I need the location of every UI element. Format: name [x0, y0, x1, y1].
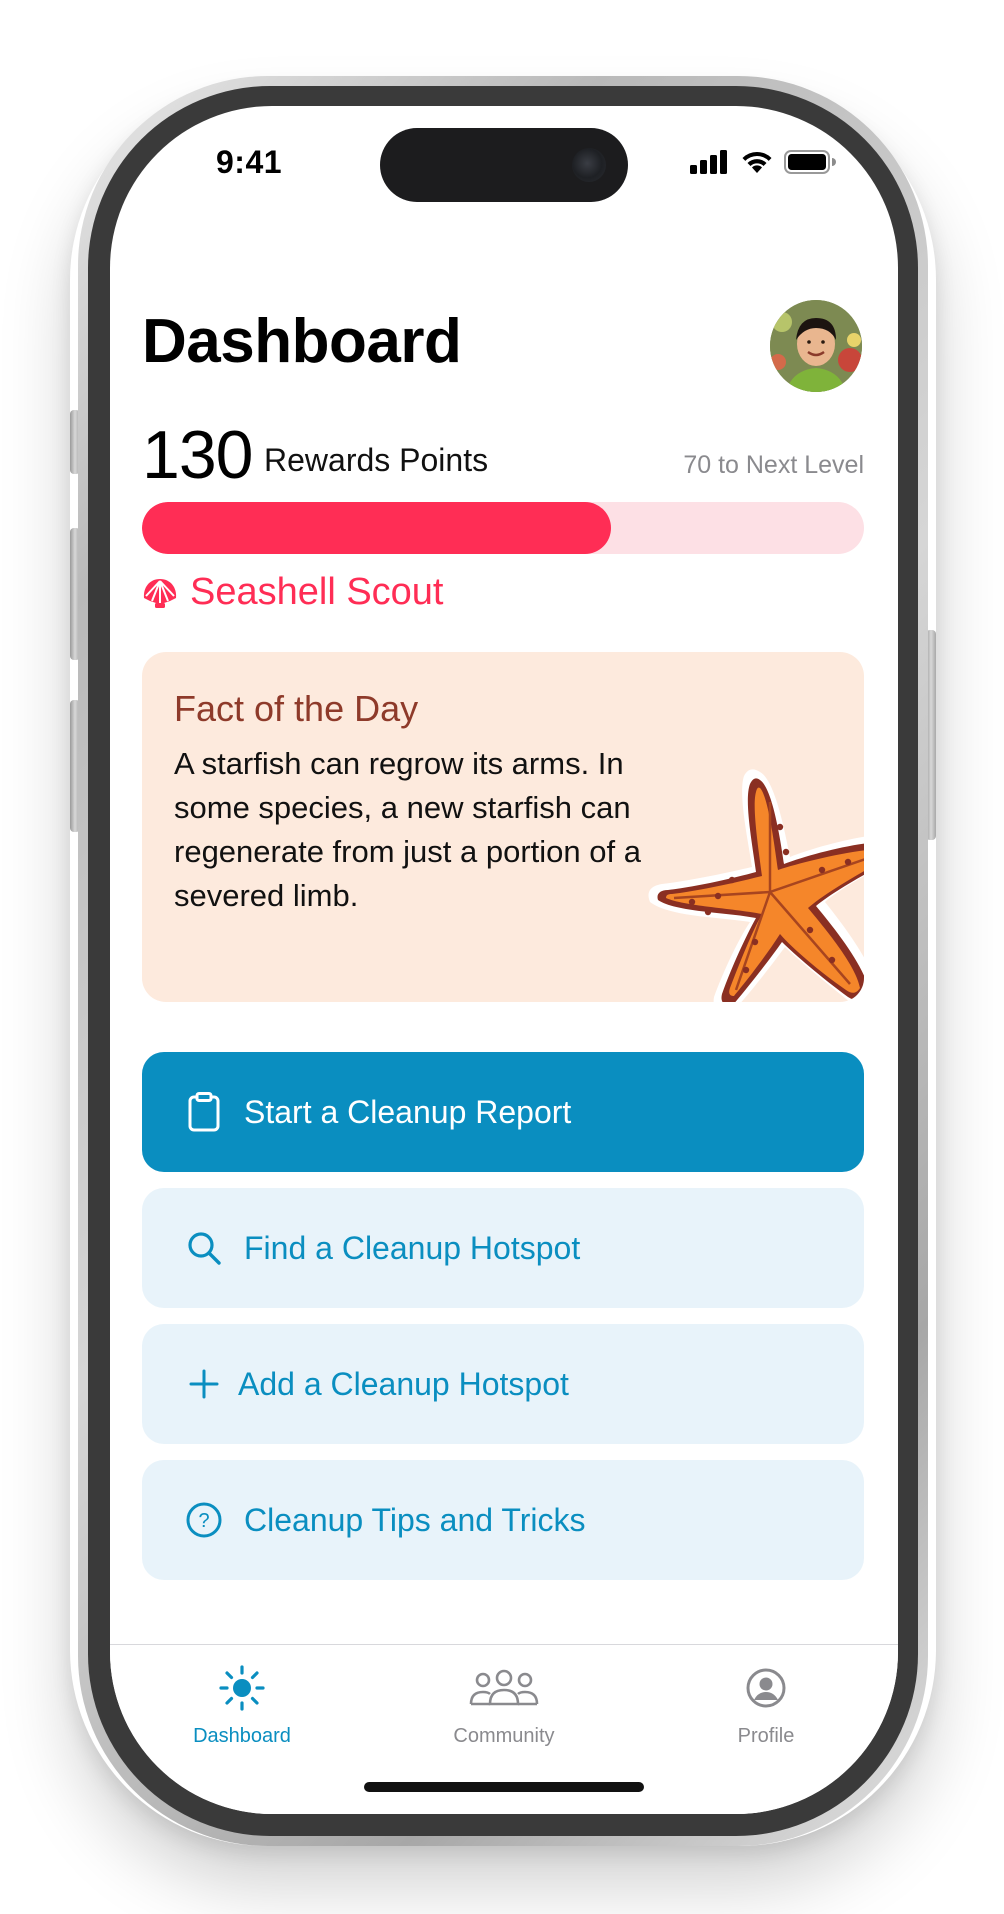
wifi-icon [742, 151, 772, 173]
rewards-progress-fill [142, 502, 612, 554]
tab-dashboard[interactable]: Dashboard [142, 1659, 342, 1748]
people-icon [469, 1669, 539, 1706]
clipboard-icon [182, 1090, 226, 1134]
rewards-progress-bar [142, 502, 864, 554]
seashell-icon [143, 578, 177, 608]
tab-profile[interactable]: Profile [666, 1659, 866, 1748]
question-circle-icon: ? [182, 1498, 226, 1542]
svg-text:?: ? [198, 1510, 209, 1532]
cleanup-tips-label: Cleanup Tips and Tricks [244, 1501, 586, 1538]
next-level-text: 70 to Next Level [683, 451, 864, 479]
add-cleanup-hotspot-button[interactable]: Add a Cleanup Hotspot [142, 1324, 864, 1444]
sun-icon [219, 1665, 265, 1711]
tab-profile-label: Profile [737, 1725, 795, 1747]
rewards-points-label: Rewards Points [264, 442, 489, 478]
tab-dashboard-label: Dashboard [193, 1725, 291, 1747]
battery-icon [784, 150, 836, 174]
start-cleanup-report-label: Start a Cleanup Report [244, 1093, 572, 1130]
fact-title: Fact of the Day [174, 688, 419, 729]
dynamic-island [380, 128, 628, 202]
status-time: 9:41 [216, 144, 283, 180]
search-icon [182, 1226, 226, 1270]
fact-of-the-day-card: Fact of the Day A starfish can regrow it… [142, 652, 864, 1002]
find-cleanup-hotspot-label: Find a Cleanup Hotspot [244, 1229, 581, 1266]
find-cleanup-hotspot-button[interactable]: Find a Cleanup Hotspot [142, 1188, 864, 1308]
avatar-photo [770, 300, 862, 392]
status-icons [690, 150, 836, 174]
add-cleanup-hotspot-label: Add a Cleanup Hotspot [238, 1365, 569, 1402]
camera-lens [572, 148, 606, 182]
rank-label: Seashell Scout [190, 571, 444, 613]
avatar[interactable] [770, 300, 862, 392]
person-circle-icon [746, 1668, 786, 1708]
plus-icon [182, 1362, 226, 1406]
cleanup-tips-button[interactable]: ? Cleanup Tips and Tricks [142, 1460, 864, 1580]
tab-community-label: Community [453, 1725, 555, 1747]
page-title: Dashboard [142, 307, 462, 376]
phone-screen: 9:41 Dashboard 130 Rewards Points 70 to … [110, 106, 898, 1814]
start-cleanup-report-button[interactable]: Start a Cleanup Report [142, 1052, 864, 1172]
rewards-points-value: 130 [142, 417, 253, 493]
tab-community[interactable]: Community [404, 1659, 604, 1748]
signal-icon [690, 150, 727, 174]
starfish-illustration [648, 769, 864, 1002]
rank-badge: Seashell Scout [142, 571, 444, 614]
home-indicator [364, 1782, 644, 1792]
